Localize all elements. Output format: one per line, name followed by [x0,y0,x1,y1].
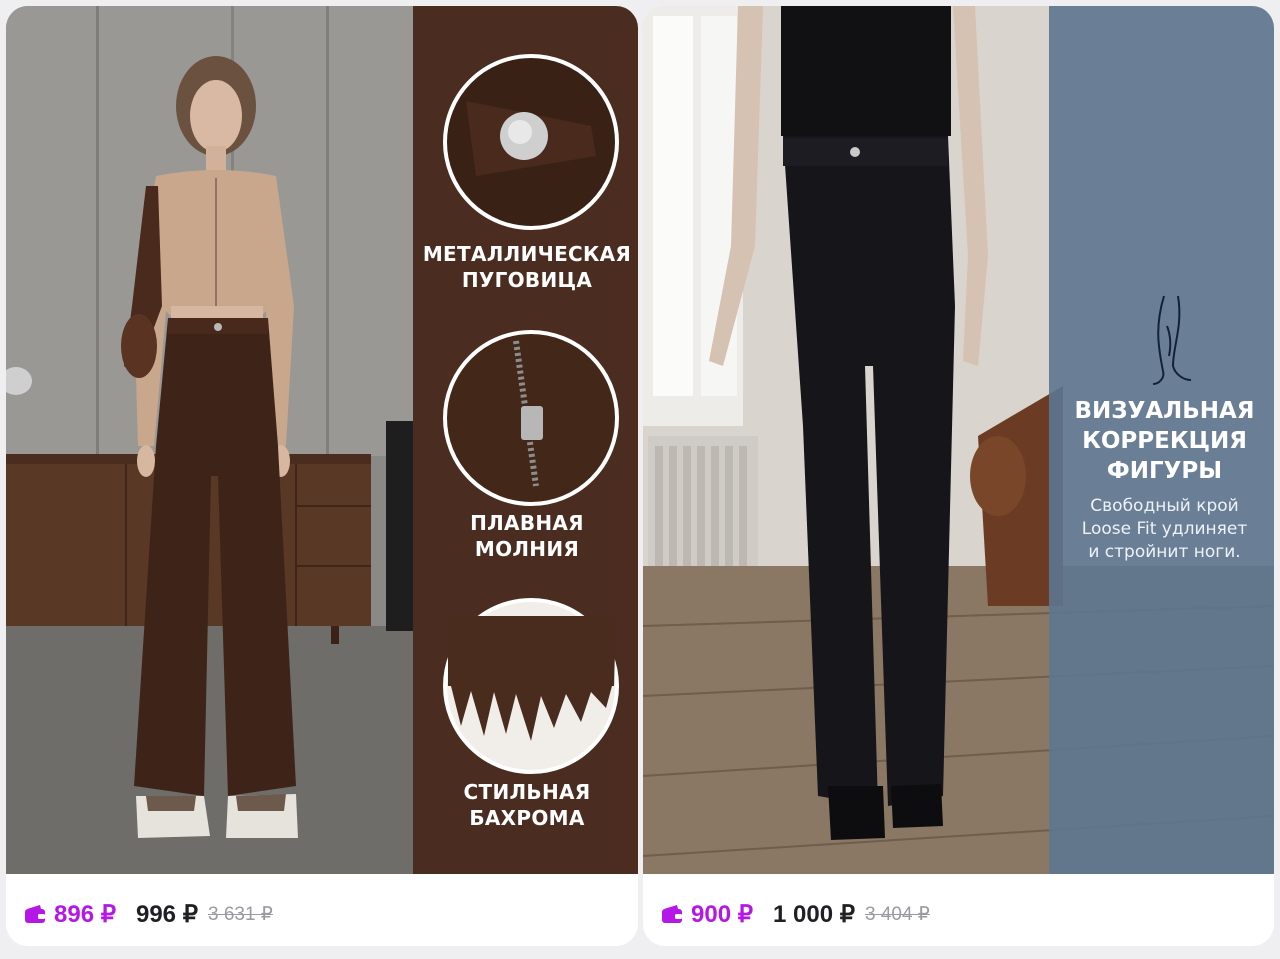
wallet-icon [662,905,682,923]
product-card-black-jeans[interactable]: ВИЗУАЛЬНАЯ КОРРЕКЦИЯ ФИГУРЫ Свободный кр… [643,6,1274,946]
feature-fringe-label: СТИЛЬНАЯ БАХРОМА [463,780,591,830]
price-row: 896 ₽ 996 ₽ 3 631 ₽ [6,882,638,946]
overlay-title: ВИЗУАЛЬНАЯ КОРРЕКЦИЯ ФИГУРЫ [1074,398,1255,484]
old-price: 3 404 ₽ [864,903,930,925]
price-row: 900 ₽ 1 000 ₽ 3 404 ₽ [643,882,1274,946]
price: 1 000 ₽ [772,900,855,928]
product-photo[interactable] [6,6,638,874]
feature-metal-button-label: МЕТАЛЛИЧЕСКАЯ ПУГОВИЦА [422,242,632,292]
old-price: 3 631 ₽ [207,903,273,925]
price: 996 ₽ [135,900,198,928]
feature-zipper-label: ПЛАВНАЯ МОЛНИЯ [470,511,584,561]
overlay-description: Свободный крой Loose Fit удлиняет и стро… [1081,496,1248,562]
wallet-icon [25,905,45,923]
wallet-price: 896 ₽ [54,900,116,928]
product-card-brown-jeans[interactable]: МЕТАЛЛИЧЕСКАЯ ПУГОВИЦА ПЛАВНАЯ МОЛНИЯ СТ… [6,6,638,946]
wallet-price: 900 ₽ [691,900,753,928]
